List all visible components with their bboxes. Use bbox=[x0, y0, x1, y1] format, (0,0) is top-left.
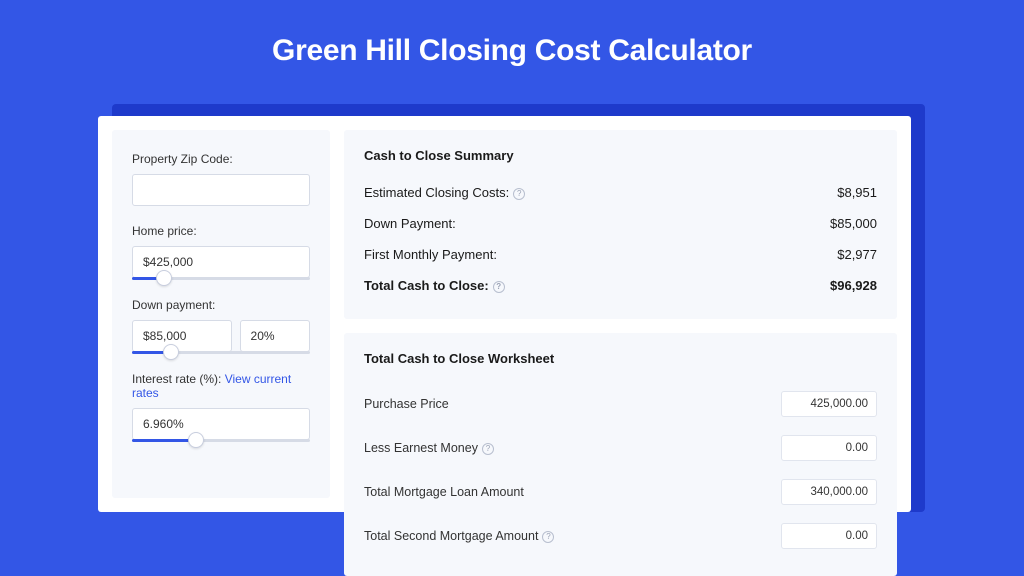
zip-field-group: Property Zip Code: bbox=[132, 152, 310, 206]
worksheet-row-value[interactable]: 0.00 bbox=[781, 435, 877, 461]
summary-row-label: Estimated Closing Costs:? bbox=[364, 185, 525, 200]
calculator-card: Property Zip Code: Home price: Down paym… bbox=[98, 116, 911, 512]
zip-label: Property Zip Code: bbox=[132, 152, 310, 166]
down-payment-label: Down payment: bbox=[132, 298, 310, 312]
worksheet-row: Purchase Price 425,000.00 bbox=[364, 382, 877, 426]
worksheet-row-value[interactable]: 0.00 bbox=[781, 523, 877, 549]
worksheet-row-label: Less Earnest Money? bbox=[364, 441, 494, 455]
worksheet-row-label: Total Mortgage Loan Amount bbox=[364, 485, 524, 499]
worksheet-row: Total Mortgage Loan Amount 340,000.00 bbox=[364, 470, 877, 514]
summary-row: Total Cash to Close:? $96,928 bbox=[364, 270, 877, 301]
interest-rate-input[interactable] bbox=[132, 408, 310, 440]
home-price-slider-thumb[interactable] bbox=[156, 270, 172, 286]
worksheet-row-value[interactable]: 425,000.00 bbox=[781, 391, 877, 417]
home-price-label: Home price: bbox=[132, 224, 310, 238]
worksheet-row-label: Purchase Price bbox=[364, 397, 449, 411]
summary-row-value: $85,000 bbox=[830, 216, 877, 231]
down-payment-slider-thumb[interactable] bbox=[163, 344, 179, 360]
summary-row-label: Down Payment: bbox=[364, 216, 456, 231]
down-payment-slider[interactable] bbox=[132, 351, 310, 354]
summary-heading: Cash to Close Summary bbox=[364, 148, 877, 163]
summary-panel: Cash to Close Summary Estimated Closing … bbox=[344, 130, 897, 319]
down-payment-group bbox=[132, 320, 310, 354]
interest-rate-group bbox=[132, 408, 310, 442]
home-price-slider[interactable] bbox=[132, 277, 310, 280]
down-payment-input[interactable] bbox=[132, 320, 232, 352]
summary-row-value: $96,928 bbox=[830, 278, 877, 293]
down-payment-pct-input[interactable] bbox=[240, 320, 310, 352]
home-price-group bbox=[132, 246, 310, 280]
help-icon[interactable]: ? bbox=[542, 531, 554, 543]
summary-row: First Monthly Payment: $2,977 bbox=[364, 239, 877, 270]
help-icon[interactable]: ? bbox=[482, 443, 494, 455]
interest-rate-label: Interest rate (%): bbox=[132, 372, 225, 386]
summary-row: Down Payment: $85,000 bbox=[364, 208, 877, 239]
worksheet-heading: Total Cash to Close Worksheet bbox=[364, 351, 877, 366]
interest-rate-slider[interactable] bbox=[132, 439, 310, 442]
summary-row-value: $8,951 bbox=[837, 185, 877, 200]
worksheet-row: Total Second Mortgage Amount? 0.00 bbox=[364, 514, 877, 558]
worksheet-row-label: Total Second Mortgage Amount? bbox=[364, 529, 554, 543]
interest-rate-slider-fill bbox=[132, 439, 196, 442]
summary-row: Estimated Closing Costs:? $8,951 bbox=[364, 177, 877, 208]
summary-row-label: First Monthly Payment: bbox=[364, 247, 497, 262]
help-icon[interactable]: ? bbox=[493, 281, 505, 293]
interest-rate-slider-thumb[interactable] bbox=[188, 432, 204, 448]
page-title: Green Hill Closing Cost Calculator bbox=[0, 0, 1024, 94]
zip-input[interactable] bbox=[132, 174, 310, 206]
summary-row-label: Total Cash to Close:? bbox=[364, 278, 505, 293]
worksheet-panel: Total Cash to Close Worksheet Purchase P… bbox=[344, 333, 897, 576]
worksheet-row: Less Earnest Money? 0.00 bbox=[364, 426, 877, 470]
summary-row-value: $2,977 bbox=[837, 247, 877, 262]
results-column: Cash to Close Summary Estimated Closing … bbox=[344, 130, 897, 498]
help-icon[interactable]: ? bbox=[513, 188, 525, 200]
input-panel: Property Zip Code: Home price: Down paym… bbox=[112, 130, 330, 498]
interest-rate-label-row: Interest rate (%): View current rates bbox=[132, 372, 310, 400]
worksheet-row-value[interactable]: 340,000.00 bbox=[781, 479, 877, 505]
